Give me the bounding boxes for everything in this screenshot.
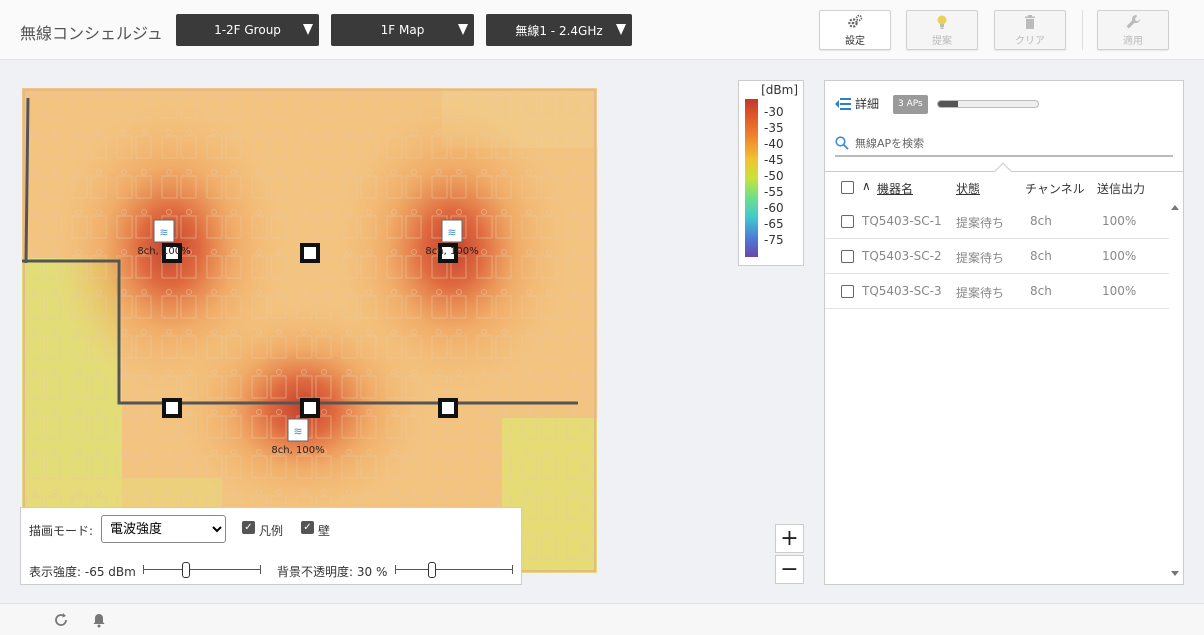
- legend-tick: -50: [764, 169, 784, 183]
- group-select[interactable]: 1-2F Group: [176, 14, 319, 46]
- detail-toggle[interactable]: 詳細: [835, 95, 879, 112]
- legend-tick: -60: [764, 201, 784, 215]
- apply-button[interactable]: 適用: [1097, 10, 1169, 50]
- wifi-icon: ≋: [447, 226, 456, 239]
- wifi-icon: ≋: [293, 425, 302, 438]
- ap-search[interactable]: [835, 131, 1173, 157]
- opacity-slider[interactable]: [395, 562, 513, 578]
- opacity-label: 背景不透明度: 30 %: [277, 565, 388, 579]
- ap-power: 100%: [1102, 214, 1137, 228]
- top-bar: 無線コンシェルジュ 1-2F Group 1F Map 無線1 - 2.4GHz…: [0, 0, 1204, 60]
- progress-bar: [937, 100, 1039, 108]
- legend-unit: [dBm]: [761, 83, 798, 97]
- progress-fill: [938, 101, 958, 107]
- bell-icon[interactable]: [91, 612, 107, 628]
- refresh-icon[interactable]: [53, 612, 69, 628]
- legend-color-bar: [745, 99, 758, 257]
- suggest-button[interactable]: 提案: [906, 10, 978, 50]
- table-row[interactable]: TQ5403-SC-3 提案待ち 8ch 100%: [825, 274, 1169, 309]
- slider-thumb[interactable]: [428, 562, 436, 578]
- mode-label: 描画モード:: [29, 524, 94, 538]
- status-bar: [0, 603, 1204, 635]
- slider-thumb[interactable]: [181, 562, 190, 578]
- legend-tick: -75: [764, 233, 784, 247]
- legend-tick: -45: [764, 153, 784, 167]
- scroll-up-arrow[interactable]: [1171, 205, 1179, 210]
- floor-heatmap[interactable]: ≋ 8ch, 100% ≋ 8ch, 100% ≋ 8ch, 100%: [22, 88, 597, 573]
- ap-list-panel: 詳細 3 APs ∧ 機器名 状態 チャンネル 送信出力 TQ5403-SC-1…: [824, 80, 1184, 585]
- ap-label-3: 8ch, 100%: [271, 445, 324, 456]
- search-icon: [835, 136, 849, 150]
- ap-status: 提案待ち: [956, 286, 1005, 300]
- ap-name: TQ5403-SC-2: [862, 249, 942, 263]
- column-channel: チャンネル: [1025, 182, 1085, 196]
- clear-label: クリア: [1015, 35, 1045, 47]
- select-all-checkbox[interactable]: [841, 181, 854, 194]
- collapse-list-icon: [835, 97, 851, 110]
- ap-label-2: 8ch, 100%: [425, 246, 478, 257]
- row-checkbox[interactable]: [841, 250, 854, 263]
- wrench-icon: [1126, 14, 1140, 28]
- ap-channel: 8ch: [1030, 284, 1052, 298]
- ap-power: 100%: [1102, 284, 1137, 298]
- strength-label: 表示強度: -65 dBm: [29, 565, 136, 579]
- lightbulb-icon: [937, 15, 947, 29]
- detail-label: 詳細: [855, 97, 880, 111]
- ap-channel: 8ch: [1030, 249, 1052, 263]
- zoom-out-button[interactable]: −: [775, 555, 804, 584]
- map-select[interactable]: 1F Map: [331, 14, 474, 46]
- dropdown-arrow-icon: [458, 24, 468, 35]
- ap-name: TQ5403-SC-1: [862, 214, 942, 228]
- radio-select-value: 無線1 - 2.4GHz: [515, 23, 603, 38]
- clear-button[interactable]: クリア: [994, 10, 1066, 50]
- ap-status: 提案待ち: [956, 216, 1005, 230]
- table-row[interactable]: TQ5403-SC-2 提案待ち 8ch 100%: [825, 239, 1169, 274]
- row-checkbox[interactable]: [841, 285, 854, 298]
- sort-asc-icon[interactable]: ∧: [862, 179, 871, 193]
- render-controls: 描画モード: 電波強度 ✓ 凡例 ✓ 壁 表示強度: -65 dBm 背景不透明…: [20, 507, 522, 585]
- legend-tick: -35: [764, 121, 784, 135]
- legend-tick: -65: [764, 217, 784, 231]
- table-row[interactable]: TQ5403-SC-1 提案待ち 8ch 100%: [825, 204, 1169, 239]
- apply-label: 適用: [1123, 35, 1143, 47]
- table-header: ∧ 機器名 状態 チャンネル 送信出力: [825, 177, 1169, 203]
- app-title: 無線コンシェルジュ: [20, 24, 163, 43]
- wall-checkbox[interactable]: ✓: [301, 521, 314, 534]
- settings-button[interactable]: 設定: [819, 10, 891, 50]
- suggest-label: 提案: [932, 35, 952, 47]
- ap-channel: 8ch: [1030, 214, 1052, 228]
- wifi-icon: ≋: [159, 226, 168, 239]
- wall-toggle-label: 壁: [318, 524, 331, 538]
- settings-label: 設定: [845, 35, 865, 47]
- ap-label-1: 8ch, 100%: [137, 246, 190, 257]
- dropdown-arrow-icon: [616, 24, 626, 35]
- gear-icon: [848, 14, 863, 28]
- legend-tick: -30: [764, 105, 784, 119]
- zoom-in-button[interactable]: +: [775, 524, 804, 553]
- map-select-value: 1F Map: [380, 23, 425, 37]
- ap-count-badge: 3 APs: [893, 95, 928, 114]
- column-power: 送信出力: [1097, 182, 1146, 196]
- mode-select[interactable]: 電波強度: [101, 515, 226, 543]
- group-select-value: 1-2F Group: [214, 23, 281, 37]
- dropdown-arrow-icon: [303, 24, 313, 35]
- column-name[interactable]: 機器名: [877, 180, 913, 197]
- legend-tick: -55: [764, 185, 784, 199]
- row-checkbox[interactable]: [841, 215, 854, 228]
- ap-power: 100%: [1102, 249, 1137, 263]
- heatmap-canvas[interactable]: ≋ 8ch, 100% ≋ 8ch, 100% ≋ 8ch, 100%: [22, 88, 597, 573]
- legend-toggle-label: 凡例: [259, 524, 284, 538]
- trash-icon: [1025, 14, 1035, 29]
- ap-name: TQ5403-SC-3: [862, 284, 942, 298]
- legend-checkbox[interactable]: ✓: [242, 521, 255, 534]
- search-input[interactable]: [855, 136, 1155, 150]
- signal-legend: [dBm] -30 -35 -40 -45 -50 -55 -60 -65 -7…: [738, 80, 804, 266]
- radio-select[interactable]: 無線1 - 2.4GHz: [486, 14, 632, 46]
- column-status[interactable]: 状態: [956, 180, 980, 197]
- strength-slider[interactable]: [143, 562, 261, 578]
- scroll-down-arrow[interactable]: [1171, 571, 1179, 576]
- legend-tick: -40: [764, 137, 784, 151]
- ap-status: 提案待ち: [956, 251, 1005, 265]
- toolbar-divider: [1082, 10, 1083, 50]
